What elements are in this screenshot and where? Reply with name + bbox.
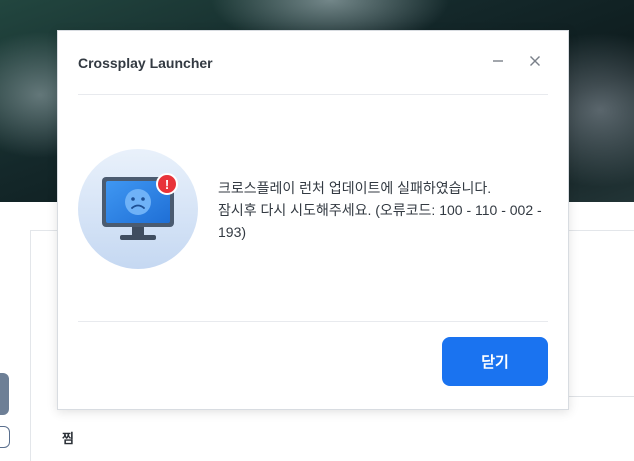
- close-icon: [530, 56, 540, 66]
- error-monitor-icon: !: [78, 149, 198, 269]
- footer-divider: [78, 321, 548, 322]
- header-divider: [78, 94, 548, 95]
- error-message-line1: 크로스플레이 런처 업데이트에 실패하였습니다.: [218, 180, 492, 196]
- launcher-error-dialog: Crossplay Launcher ! 크로스플레이 런처 업데이트에 실패하…: [57, 30, 569, 410]
- minimize-button[interactable]: [488, 51, 508, 71]
- background-side-button[interactable]: [0, 373, 9, 415]
- background-side-button-outline[interactable]: [0, 426, 10, 448]
- close-dialog-button[interactable]: 닫기: [442, 337, 548, 386]
- error-message-line2: 잠시후 다시 시도해주세요. (오류코드: 100 - 110 - 002 - …: [218, 202, 542, 240]
- dialog-title: Crossplay Launcher: [78, 55, 213, 71]
- error-badge-text: !: [165, 177, 169, 192]
- background-divider: [568, 396, 634, 397]
- minimize-icon: [493, 60, 503, 62]
- background-partial-text: 찜: [62, 431, 74, 446]
- error-message: 크로스플레이 런처 업데이트에 실패하였습니다. 잠시후 다시 시도해주세요. …: [218, 177, 553, 243]
- close-button[interactable]: [525, 51, 545, 71]
